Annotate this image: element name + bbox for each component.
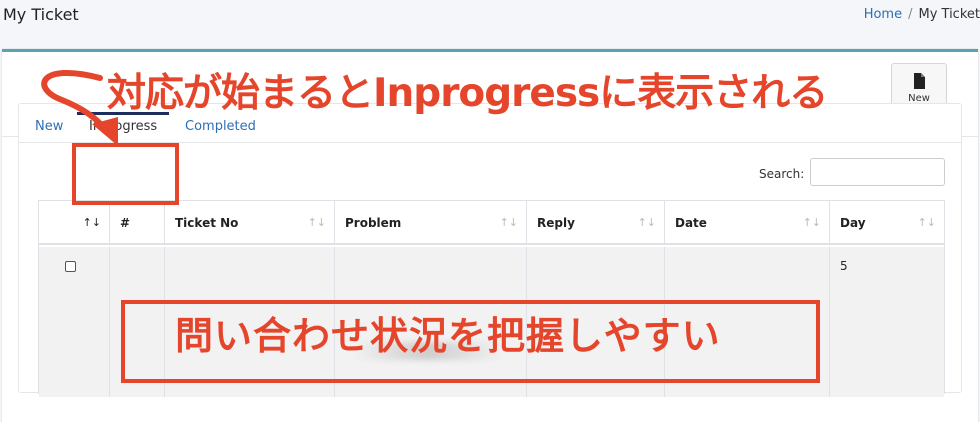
- sort-icon: ↑↓: [307, 216, 326, 229]
- column-header-problem[interactable]: Problem ↑↓: [335, 201, 527, 245]
- search-input[interactable]: [810, 158, 945, 186]
- column-header-reply[interactable]: Reply ↑↓: [527, 201, 665, 245]
- row-select-cell: [39, 247, 110, 397]
- sort-asc-icon: ↑↓: [82, 216, 101, 229]
- breadcrumb-current: My Ticket: [918, 7, 980, 22]
- column-header-ticket-no[interactable]: Ticket No ↑↓: [165, 201, 335, 245]
- sort-icon: ↑↓: [499, 216, 518, 229]
- column-header-number-label: #: [120, 216, 131, 230]
- select-column-header[interactable]: ↑↓: [39, 201, 110, 245]
- column-header-date[interactable]: Date ↑↓: [665, 201, 830, 245]
- breadcrumb-home-link[interactable]: Home: [864, 7, 902, 22]
- table-header: ↑↓ # Ticket No ↑↓ Problem ↑↓ Reply ↑↓ Da…: [39, 201, 944, 245]
- top-bar: My Ticket Home / My Ticket: [0, 0, 980, 50]
- column-header-day[interactable]: Day ↑↓: [830, 201, 944, 245]
- annotation-body-text: 問い合わせ状況を把握しやすい: [175, 314, 721, 358]
- sort-icon: ↑↓: [637, 216, 656, 229]
- sort-icon: ↑↓: [802, 216, 821, 229]
- row-checkbox[interactable]: [65, 261, 76, 272]
- breadcrumb: Home / My Ticket: [864, 7, 980, 22]
- column-header-number[interactable]: #: [110, 201, 165, 245]
- page-title: My Ticket: [3, 5, 79, 24]
- column-header-date-label: Date: [675, 216, 707, 230]
- column-header-problem-label: Problem: [345, 216, 402, 230]
- column-header-day-label: Day: [840, 216, 866, 230]
- search-label: Search:: [759, 167, 805, 181]
- column-header-ticket-no-label: Ticket No: [175, 216, 239, 230]
- column-header-reply-label: Reply: [537, 216, 575, 230]
- document-icon: [914, 73, 925, 89]
- row-day-cell: 5: [840, 259, 848, 273]
- annotation-highlight-tab: [72, 143, 179, 205]
- sort-icon: ↑↓: [917, 216, 936, 229]
- breadcrumb-separator: /: [908, 7, 913, 22]
- annotation-title: 対応が始まるとInprogressに表示される: [107, 71, 828, 116]
- tab-new[interactable]: New: [23, 112, 75, 142]
